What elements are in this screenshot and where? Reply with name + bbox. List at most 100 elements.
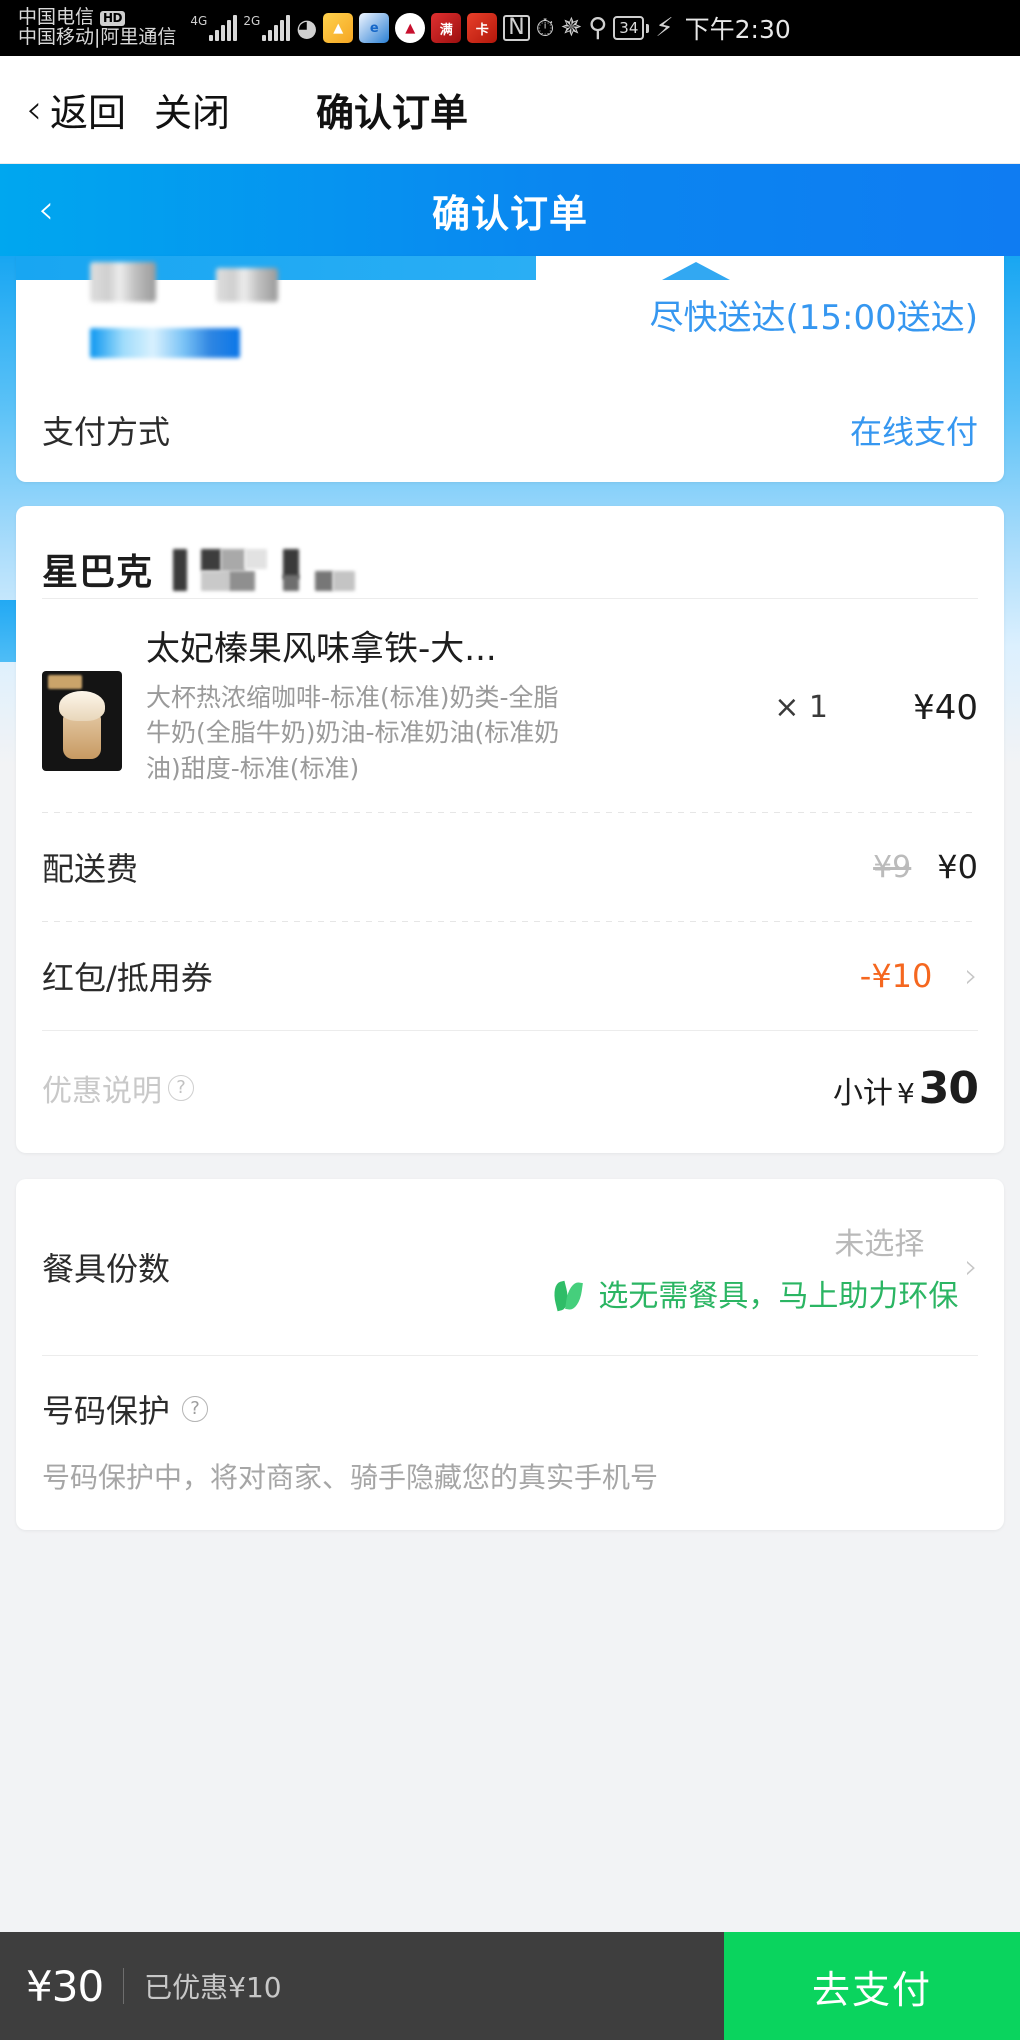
- phone-protection-section: 号码保护 ? 号码保护中，将对商家、骑手隐藏您的真实手机号: [16, 1356, 1004, 1530]
- bluetooth-icon: ✵: [560, 13, 583, 43]
- charging-icon: ⚡: [655, 13, 674, 43]
- webview-nav-bar: ‹ 返回 关闭 确认订单: [0, 56, 1020, 164]
- chevron-left-icon[interactable]: ‹: [26, 90, 42, 130]
- carrier-primary: 中国电信: [18, 6, 95, 29]
- carrier-primary-row: 中国电信 HD: [18, 6, 176, 29]
- status-clock: 下午2:30: [684, 15, 791, 44]
- tableware-row[interactable]: 餐具份数 未选择 选无需餐具，马上助力环保 ›: [16, 1179, 1004, 1355]
- battery-level: 34: [613, 16, 645, 40]
- store-name[interactable]: 星巴克: [42, 543, 153, 595]
- store-items-card: 星巴克 太妃榛果风味拿铁-大... 大杯热浓缩咖啡-标准(标准)奶类-全脂牛奶(…: [16, 506, 1004, 1154]
- delivery-fee-row: 配送费 ¥9 ¥0: [16, 813, 1004, 921]
- subtotal-label: 小计: [832, 1075, 893, 1111]
- chevron-right-icon[interactable]: ›: [964, 956, 978, 996]
- go-to-pay-button[interactable]: 去支付: [724, 1932, 1020, 2040]
- order-item-row[interactable]: 太妃榛果风味拿铁-大... 大杯热浓缩咖啡-标准(标准)奶类-全脂牛奶(全脂牛奶…: [16, 599, 1004, 812]
- redacted-address-line1b: [216, 268, 278, 302]
- delivery-fee-current: ¥0: [937, 848, 978, 887]
- tableware-status: 未选择: [834, 1227, 925, 1263]
- nav-back-button[interactable]: 返回: [50, 82, 126, 137]
- coffee-cup-icon: [63, 715, 101, 759]
- delivery-fee-original: ¥9: [873, 849, 912, 885]
- tableware-right[interactable]: 未选择 选无需餐具，马上助力环保 ›: [551, 1219, 978, 1315]
- carrier-block: 中国电信 HD 中国移动|阿里通信: [18, 6, 177, 48]
- delivery-fee-label: 配送费: [42, 850, 139, 889]
- tableware-eco-text: 选无需餐具，马上助力环保: [598, 1279, 959, 1315]
- delivery-address-top[interactable]: 尽快送达(15:00送达): [16, 256, 1004, 378]
- delivery-address-card[interactable]: 尽快送达(15:00送达) 支付方式 在线支付: [16, 256, 1004, 482]
- payment-method-row[interactable]: 支付方式 在线支付: [16, 378, 1004, 482]
- checkout-total: ¥30: [26, 1961, 104, 2011]
- tableware-eco-tip: 选无需餐具，马上助力环保: [551, 1271, 959, 1315]
- item-text-block: 太妃榛果风味拿铁-大... 大杯热浓缩咖啡-标准(标准)奶类-全脂牛奶(全脂牛奶…: [122, 629, 770, 786]
- appbar-title: 确认订单: [431, 191, 588, 236]
- nfc-icon: N: [503, 15, 530, 41]
- hd-badge: HD: [100, 10, 126, 26]
- coupon-amount: -¥10: [859, 957, 933, 996]
- phone-protection-title: 号码保护: [42, 1392, 171, 1431]
- signal-2g: 2G: [243, 14, 291, 41]
- app-title-bar: ‹ 确认订单: [0, 164, 1020, 256]
- network-type-primary: 4G: [190, 14, 208, 28]
- status-bar: 中国电信 HD 中国移动|阿里通信 4G 2G ◕ ▲ e ▲ 满 卡 N ⏱: [0, 0, 1020, 56]
- signal-bars-icon: [209, 15, 238, 41]
- store-header[interactable]: 星巴克: [16, 506, 1004, 598]
- checkout-saved: 已优惠¥10: [144, 1971, 282, 2004]
- battery-tip: [646, 23, 650, 33]
- app-icon-red: ▲: [395, 13, 426, 43]
- decor-blue-edge: [0, 600, 16, 662]
- item-quantity: × 1: [774, 690, 828, 726]
- payment-method-value[interactable]: 在线支付: [850, 407, 978, 453]
- subtotal-value-block: 小计 ¥ 30: [832, 1062, 979, 1114]
- redacted-store-suffix: [167, 547, 457, 591]
- wifi-icon: ◕: [296, 14, 318, 42]
- delivery-eta[interactable]: 尽快送达(15:00送达): [649, 290, 978, 339]
- decor-arrow-up-icon: [662, 262, 730, 280]
- item-description: 大杯热浓缩咖啡-标准(标准)奶类-全脂牛奶(全脂牛奶)奶油-标准奶油(标准奶油)…: [146, 682, 560, 783]
- phone-screen: 中国电信 HD 中国移动|阿里通信 4G 2G ◕ ▲ e ▲ 满 卡 N ⏱: [0, 0, 1020, 2040]
- delivery-fee-values: ¥9 ¥0: [873, 848, 978, 886]
- leaf-icon: [551, 1276, 588, 1312]
- location-icon: ⚲: [588, 13, 608, 43]
- subtotal-row: 优惠说明 ? 小计 ¥ 30: [16, 1031, 1004, 1145]
- carrier-secondary: 中国移动|阿里通信: [18, 26, 177, 48]
- payment-method-label: 支付方式: [42, 413, 171, 451]
- item-price: ¥40: [913, 687, 978, 728]
- alarm-icon: ⏱: [535, 14, 555, 42]
- tableware-right-text: 未选择 选无需餐具，马上助力环保: [551, 1219, 959, 1315]
- coupon-label: 红包/抵用券: [42, 959, 213, 998]
- app-icon-yellow: ▲: [323, 13, 354, 43]
- order-scroll-body[interactable]: 尽快送达(15:00送达) 支付方式 在线支付 星巴克 太妃榛果风味拿铁-大..…: [0, 256, 1020, 1954]
- checkout-divider: [123, 1968, 125, 2004]
- battery-indicator: 34: [613, 16, 650, 40]
- redacted-address-line1a: [90, 262, 156, 302]
- phone-protection-description: 号码保护中，将对商家、骑手隐藏您的真实手机号: [42, 1461, 659, 1495]
- appbar-back-icon[interactable]: ‹: [38, 190, 54, 230]
- item-title: 太妃榛果风味拿铁-大...: [146, 629, 497, 669]
- redacted-address-line2: [90, 328, 240, 358]
- signal-bars-icon-2: [262, 15, 291, 41]
- subtotal-currency: ¥: [896, 1076, 915, 1110]
- network-type-secondary: 2G: [243, 14, 261, 28]
- item-thumbnail: [42, 671, 122, 771]
- discount-explanation[interactable]: 优惠说明 ?: [42, 1066, 194, 1110]
- app-icon-scarlet: 卡: [467, 13, 498, 43]
- question-mark-icon[interactable]: ?: [168, 1075, 194, 1102]
- whipped-cream-icon: [59, 691, 105, 721]
- carrier-secondary-row: 中国移动|阿里通信: [18, 26, 177, 48]
- discount-explanation-label: 优惠说明: [42, 1074, 162, 1110]
- nav-close-button[interactable]: 关闭: [154, 82, 230, 137]
- thumbnail-tag: [48, 675, 82, 689]
- subtotal-amount: 30: [918, 1062, 979, 1114]
- status-icons: 4G 2G ◕ ▲ e ▲ 满 卡 N ⏱ ✵ ⚲ 34 ⚡ 下午2:30: [190, 10, 1010, 46]
- page-title: 确认订单: [316, 91, 469, 135]
- signal-4g: 4G: [190, 14, 238, 41]
- coupon-row[interactable]: 红包/抵用券 -¥10 ›: [16, 922, 1004, 1030]
- checkout-summary: ¥30 已优惠¥10: [0, 1932, 724, 2040]
- question-mark-icon-protection[interactable]: ?: [182, 1396, 209, 1423]
- tableware-label: 餐具份数: [42, 1250, 171, 1289]
- chevron-right-icon-tableware[interactable]: ›: [964, 1247, 978, 1287]
- coupon-values[interactable]: -¥10 ›: [860, 956, 978, 996]
- phone-protection-header: 号码保护 ?: [42, 1386, 978, 1432]
- app-icon-crimson: 满: [431, 13, 462, 43]
